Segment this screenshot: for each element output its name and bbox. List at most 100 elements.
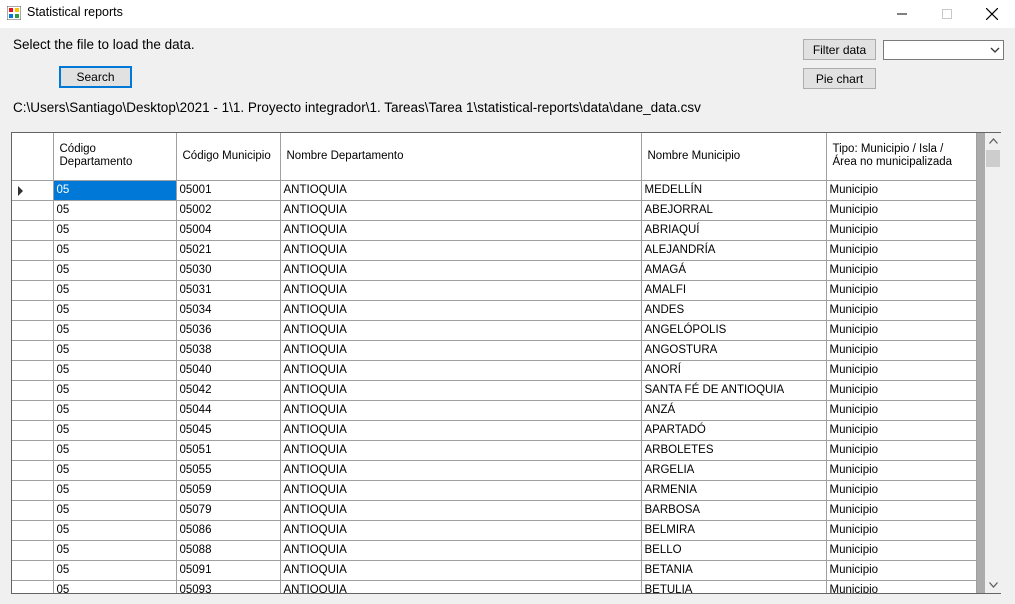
table-cell[interactable]: ANDES [641,300,827,321]
table-cell[interactable]: Municipio [826,380,977,401]
row-header[interactable] [12,280,54,301]
minimize-button[interactable] [879,0,925,28]
table-cell[interactable]: 05040 [176,360,281,381]
table-cell[interactable]: Municipio [826,500,977,521]
table-row[interactable]: 05 05042 ANTIOQUIA SANTA FÉ DE ANTIOQUIA Mun… [12,380,977,401]
table-row[interactable]: 05 05045 ANTIOQUIA APARTADÓ Municipio [12,420,977,441]
table-cell[interactable]: 05059 [176,480,281,501]
table-cell[interactable]: AMAGÁ [641,260,827,281]
table-cell[interactable]: 05 [53,240,177,261]
table-cell[interactable]: ANTIOQUIA [280,340,642,361]
table-cell[interactable]: Municipio [826,280,977,301]
row-header[interactable] [12,420,54,441]
scroll-down-button[interactable] [985,577,1001,593]
table-cell[interactable]: 05034 [176,300,281,321]
table-cell[interactable]: Municipio [826,340,977,361]
table-cell[interactable]: ANTIOQUIA [280,560,642,581]
table-row[interactable]: 05 05079 ANTIOQUIA BARBOSA Municipio [12,500,977,521]
table-cell[interactable]: 05086 [176,520,281,541]
data-grid[interactable]: Código Departamento Código Municipio Nom… [11,132,1001,594]
table-cell[interactable]: 05 [53,340,177,361]
table-cell[interactable]: 05093 [176,580,281,593]
table-cell[interactable]: 05001 [176,180,281,201]
table-cell[interactable]: ANTIOQUIA [280,280,642,301]
table-cell[interactable]: 05021 [176,240,281,261]
table-cell[interactable]: Municipio [826,240,977,261]
table-cell[interactable]: Municipio [826,420,977,441]
table-row[interactable]: 05 05001 ANTIOQUIA MEDELLÍN Municipio [12,180,977,201]
filter-combo[interactable] [883,40,1004,60]
table-cell[interactable]: Municipio [826,460,977,481]
table-cell[interactable]: ANTIOQUIA [280,540,642,561]
table-cell[interactable]: ANTIOQUIA [280,520,642,541]
row-header[interactable] [12,580,54,593]
table-cell[interactable]: ANGOSTURA [641,340,827,361]
row-header[interactable] [12,380,54,401]
table-cell[interactable]: ANTIOQUIA [280,360,642,381]
table-cell[interactable]: 05 [53,520,177,541]
table-cell[interactable]: 05 [53,580,177,593]
table-row[interactable]: 05 05036 ANTIOQUIA ANGELÓPOLIS Municipio [12,320,977,341]
table-row[interactable]: 05 05034 ANTIOQUIA ANDES Municipio [12,300,977,321]
table-row[interactable]: 05 05030 ANTIOQUIA AMAGÁ Municipio [12,260,977,281]
table-cell[interactable]: 05 [53,180,177,201]
table-cell[interactable]: Municipio [826,540,977,561]
table-cell[interactable]: 05 [53,360,177,381]
table-cell[interactable]: ANTIOQUIA [280,460,642,481]
table-row[interactable]: 05 05055 ANTIOQUIA ARGELIA Municipio [12,460,977,481]
table-cell[interactable]: ANGELÓPOLIS [641,320,827,341]
table-row[interactable]: 05 05040 ANTIOQUIA ANORÍ Municipio [12,360,977,381]
table-cell[interactable]: BARBOSA [641,500,827,521]
table-cell[interactable]: ABEJORRAL [641,200,827,221]
row-header[interactable] [12,440,54,461]
table-cell[interactable]: 05 [53,260,177,281]
column-header[interactable]: Código Departamento [53,133,177,181]
table-cell[interactable]: 05002 [176,200,281,221]
table-cell[interactable]: ANZÁ [641,400,827,421]
table-row[interactable]: 05 05093 ANTIOQUIA BETULIA Municipio [12,580,977,593]
table-cell[interactable]: ANTIOQUIA [280,500,642,521]
table-cell[interactable]: 05088 [176,540,281,561]
row-header[interactable] [12,480,54,501]
table-cell[interactable]: 05004 [176,220,281,241]
table-cell[interactable]: BETULIA [641,580,827,593]
table-cell[interactable]: AMALFI [641,280,827,301]
filter-data-button[interactable]: Filter data [803,39,876,60]
table-cell[interactable]: ANORÍ [641,360,827,381]
vertical-scrollbar[interactable] [985,133,1001,593]
table-cell[interactable]: Municipio [826,440,977,461]
table-cell[interactable]: Municipio [826,260,977,281]
table-cell[interactable]: Municipio [826,580,977,593]
row-header[interactable] [12,560,54,581]
table-cell[interactable]: ANTIOQUIA [280,200,642,221]
table-cell[interactable]: 05 [53,280,177,301]
table-cell[interactable]: 05055 [176,460,281,481]
table-cell[interactable]: 05 [53,540,177,561]
scroll-up-button[interactable] [985,133,1001,149]
table-cell[interactable]: ALEJANDRÍA [641,240,827,261]
table-cell[interactable]: 05079 [176,500,281,521]
row-header[interactable] [12,180,54,201]
pie-chart-button[interactable]: Pie chart [803,68,876,89]
table-cell[interactable]: SANTA FÉ DE ANTIOQUIA [641,380,827,401]
row-header[interactable] [12,240,54,261]
table-row[interactable]: 05 05021 ANTIOQUIA ALEJANDRÍA Municipio [12,240,977,261]
row-header[interactable] [12,540,54,561]
table-cell[interactable]: 05 [53,500,177,521]
table-cell[interactable]: Municipio [826,180,977,201]
table-cell[interactable]: Municipio [826,320,977,341]
table-cell[interactable]: ANTIOQUIA [280,400,642,421]
maximize-button[interactable] [924,0,970,28]
table-cell[interactable]: 05044 [176,400,281,421]
table-cell[interactable]: 05036 [176,320,281,341]
table-cell[interactable]: 05031 [176,280,281,301]
row-header[interactable] [12,400,54,421]
table-cell[interactable]: ABRIAQUÍ [641,220,827,241]
table-row[interactable]: 05 05059 ANTIOQUIA ARMENIA Municipio [12,480,977,501]
table-cell[interactable]: 05 [53,200,177,221]
row-header[interactable] [12,260,54,281]
column-header[interactable]: Código Municipio [176,133,281,181]
table-row[interactable]: 05 05086 ANTIOQUIA BELMIRA Municipio [12,520,977,541]
table-row[interactable]: 05 05091 ANTIOQUIA BETANIA Municipio [12,560,977,581]
table-cell[interactable]: Municipio [826,520,977,541]
